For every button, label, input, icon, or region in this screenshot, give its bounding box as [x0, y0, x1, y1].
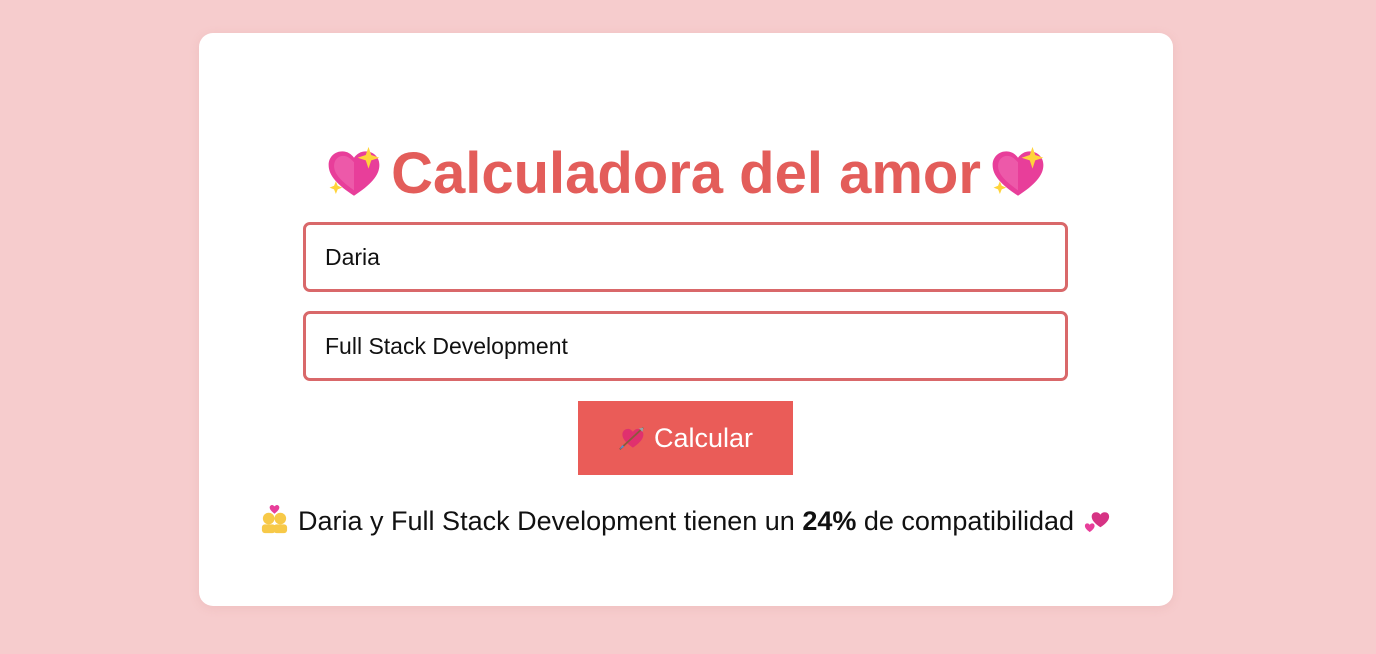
first-name-input[interactable] [303, 222, 1068, 292]
result-name-2: Full Stack Development [391, 506, 677, 536]
calculator-card: Calculadora del amor Calcular Daria y Fu… [199, 33, 1173, 606]
heart-with-arrow-icon [619, 426, 644, 451]
result-name-1: Daria [297, 506, 363, 536]
result-text-before: tienen un [683, 506, 795, 536]
calculate-button[interactable]: Calcular [578, 401, 793, 475]
result-message: Daria y Full Stack Development tienen un… [199, 503, 1173, 539]
couple-with-heart-icon [262, 505, 288, 534]
result-percentage: 24% [802, 506, 857, 536]
sparkling-heart-icon [328, 146, 380, 196]
revolving-hearts-icon [1084, 512, 1109, 533]
calculate-button-label: Calcular [653, 422, 754, 453]
page-title: Calculadora del amor [199, 145, 1173, 207]
result-connector: y [370, 506, 384, 536]
second-name-input[interactable] [303, 311, 1068, 381]
title-text: Calculadora del amor [391, 141, 981, 206]
result-text-after: de compatibilidad [863, 506, 1075, 536]
sparkling-heart-icon [992, 146, 1044, 196]
